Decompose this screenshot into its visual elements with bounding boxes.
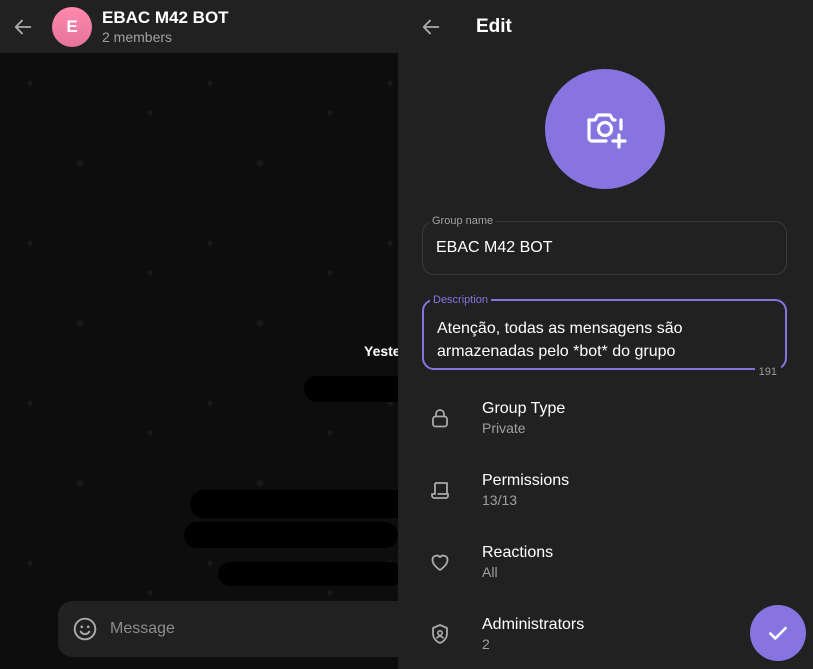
setting-value: 2 bbox=[482, 636, 490, 652]
description-input[interactable]: Atenção, todas as mensagens são armazena… bbox=[437, 317, 772, 363]
setting-label: Group Type bbox=[482, 400, 566, 417]
permissions-icon bbox=[398, 478, 482, 502]
chat-header: E EBAC M42 BOT 2 members bbox=[0, 0, 398, 53]
description-field[interactable]: Description Atenção, todas as mensagens … bbox=[422, 293, 787, 378]
arrow-left-icon bbox=[14, 19, 32, 34]
change-photo-button[interactable] bbox=[545, 69, 665, 189]
heart-icon bbox=[398, 550, 482, 574]
redacted-message bbox=[190, 490, 398, 518]
lock-icon bbox=[398, 406, 482, 430]
chat-back-button[interactable] bbox=[0, 0, 46, 53]
description-label: Description bbox=[430, 293, 492, 307]
edit-back-button[interactable] bbox=[398, 0, 464, 53]
chat-pane: E EBAC M42 BOT 2 members Yeste Message bbox=[0, 0, 398, 669]
redacted-message bbox=[184, 522, 398, 548]
setting-value: All bbox=[482, 564, 498, 580]
emoji-icon[interactable] bbox=[72, 616, 98, 642]
setting-label: Permissions bbox=[482, 472, 570, 489]
setting-value: 13/13 bbox=[482, 492, 518, 508]
chat-member-count: 2 members bbox=[102, 28, 173, 45]
group-name-input[interactable]: EBAC M42 BOT bbox=[436, 239, 773, 257]
camera-add-icon bbox=[587, 113, 627, 149]
message-input[interactable]: Message bbox=[110, 620, 175, 638]
setting-group-type[interactable]: Group Type Private bbox=[398, 388, 813, 448]
arrow-left-icon bbox=[422, 19, 440, 34]
save-button[interactable] bbox=[750, 605, 806, 661]
group-name-field[interactable]: Group name EBAC M42 BOT bbox=[422, 214, 787, 275]
setting-reactions[interactable]: Reactions All bbox=[398, 532, 813, 592]
edit-header: Edit bbox=[398, 0, 813, 53]
redacted-message bbox=[218, 562, 398, 586]
message-composer[interactable]: Message bbox=[58, 601, 398, 657]
chat-info[interactable]: EBAC M42 BOT 2 members bbox=[102, 8, 229, 46]
edit-panel: Edit Group name EBAC M42 BOT Description… bbox=[398, 0, 813, 669]
group-name-label: Group name bbox=[429, 214, 497, 228]
shield-icon bbox=[398, 622, 482, 646]
chat-avatar[interactable]: E bbox=[52, 6, 92, 47]
description-char-counter: 191 bbox=[754, 366, 781, 378]
setting-permissions[interactable]: Permissions 13/13 bbox=[398, 460, 813, 520]
check-icon bbox=[769, 626, 787, 640]
setting-label: Reactions bbox=[482, 544, 554, 561]
setting-value: Private bbox=[482, 420, 526, 436]
chat-title: EBAC M42 BOT bbox=[102, 7, 229, 27]
date-chip: Yeste bbox=[364, 343, 398, 359]
edit-title: Edit bbox=[476, 15, 512, 37]
setting-label: Administrators bbox=[482, 616, 585, 633]
redacted-message bbox=[304, 376, 398, 402]
